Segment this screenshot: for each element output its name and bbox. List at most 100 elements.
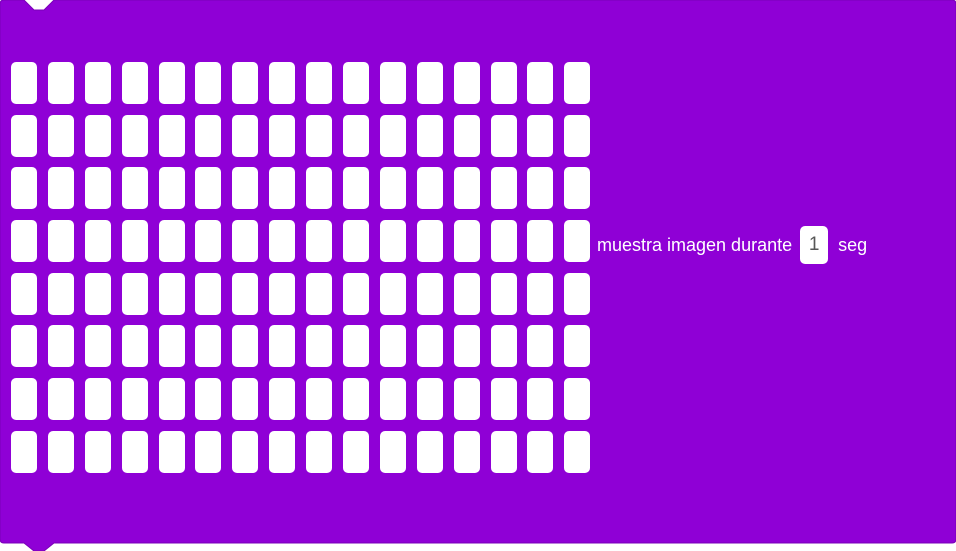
led-cell[interactable] (269, 167, 296, 210)
led-cell[interactable] (158, 114, 185, 157)
led-cell[interactable] (564, 430, 591, 473)
led-cell[interactable] (232, 325, 259, 368)
led-cell[interactable] (195, 325, 222, 368)
led-cell[interactable] (490, 430, 517, 473)
led-cell[interactable] (195, 272, 222, 315)
led-cell[interactable] (195, 430, 222, 473)
led-cell[interactable] (527, 114, 554, 157)
led-cell[interactable] (564, 114, 591, 157)
led-cell[interactable] (11, 220, 37, 263)
led-cell[interactable] (306, 62, 333, 104)
led-cell[interactable] (416, 430, 443, 473)
led-cell[interactable] (269, 430, 296, 473)
led-cell[interactable] (121, 272, 148, 315)
led-cell[interactable] (84, 167, 111, 210)
led-cell[interactable] (232, 167, 259, 210)
led-cell[interactable] (158, 325, 185, 368)
led-cell[interactable] (84, 62, 111, 104)
led-cell[interactable] (343, 114, 370, 157)
led-cell[interactable] (564, 220, 591, 263)
led-cell[interactable] (269, 114, 296, 157)
led-cell[interactable] (306, 378, 333, 421)
led-cell[interactable] (121, 325, 148, 368)
led-cell[interactable] (11, 325, 37, 368)
led-cell[interactable] (84, 114, 111, 157)
led-cell[interactable] (490, 220, 517, 263)
led-cell[interactable] (306, 220, 333, 263)
led-cell[interactable] (121, 62, 148, 104)
led-cell[interactable] (121, 378, 148, 421)
led-cell[interactable] (47, 430, 74, 473)
led-cell[interactable] (564, 272, 591, 315)
led-cell[interactable] (416, 272, 443, 315)
led-cell[interactable] (490, 378, 517, 421)
led-cell[interactable] (47, 62, 74, 104)
led-cell[interactable] (47, 378, 74, 421)
led-cell[interactable] (490, 114, 517, 157)
led-cell[interactable] (84, 220, 111, 263)
led-cell[interactable] (343, 378, 370, 421)
led-cell[interactable] (453, 220, 480, 263)
led-cell[interactable] (490, 325, 517, 368)
led-cell[interactable] (11, 430, 37, 473)
led-cell[interactable] (84, 378, 111, 421)
led-cell[interactable] (121, 114, 148, 157)
led-cell[interactable] (379, 167, 406, 210)
led-cell[interactable] (84, 272, 111, 315)
led-cell[interactable] (47, 325, 74, 368)
led-cell[interactable] (158, 430, 185, 473)
led-cell[interactable] (269, 272, 296, 315)
led-cell[interactable] (158, 220, 185, 263)
led-cell[interactable] (343, 272, 370, 315)
led-cell[interactable] (269, 220, 296, 263)
led-cell[interactable] (84, 325, 111, 368)
led-cell[interactable] (84, 430, 111, 473)
led-cell[interactable] (195, 167, 222, 210)
led-cell[interactable] (269, 378, 296, 421)
led-cell[interactable] (47, 272, 74, 315)
led-cell[interactable] (158, 378, 185, 421)
led-cell[interactable] (416, 62, 443, 104)
led-cell[interactable] (232, 378, 259, 421)
led-cell[interactable] (416, 167, 443, 210)
duration-input[interactable]: 1 (800, 226, 829, 264)
led-cell[interactable] (527, 167, 554, 210)
led-cell[interactable] (11, 272, 37, 315)
led-cell[interactable] (379, 62, 406, 104)
led-cell[interactable] (47, 220, 74, 263)
led-cell[interactable] (47, 114, 74, 157)
led-cell[interactable] (490, 62, 517, 104)
led-cell[interactable] (306, 272, 333, 315)
led-cell[interactable] (379, 220, 406, 263)
led-cell[interactable] (416, 114, 443, 157)
led-cell[interactable] (453, 272, 480, 315)
led-cell[interactable] (527, 325, 554, 368)
led-cell[interactable] (343, 62, 370, 104)
led-cell[interactable] (564, 325, 591, 368)
led-cell[interactable] (343, 430, 370, 473)
led-cell[interactable] (416, 378, 443, 421)
led-cell[interactable] (121, 167, 148, 210)
led-cell[interactable] (232, 62, 259, 104)
led-cell[interactable] (379, 325, 406, 368)
led-cell[interactable] (527, 272, 554, 315)
led-cell[interactable] (158, 167, 185, 210)
led-cell[interactable] (527, 220, 554, 263)
led-cell[interactable] (527, 62, 554, 104)
led-cell[interactable] (232, 430, 259, 473)
led-cell[interactable] (564, 167, 591, 210)
led-cell[interactable] (416, 325, 443, 368)
led-cell[interactable] (11, 378, 37, 421)
led-cell[interactable] (11, 114, 37, 157)
led-cell[interactable] (306, 430, 333, 473)
led-cell[interactable] (11, 62, 37, 104)
led-cell[interactable] (269, 325, 296, 368)
led-cell[interactable] (453, 167, 480, 210)
led-cell[interactable] (121, 220, 148, 263)
led-cell[interactable] (343, 167, 370, 210)
led-cell[interactable] (158, 62, 185, 104)
led-cell[interactable] (379, 114, 406, 157)
led-cell[interactable] (232, 220, 259, 263)
led-cell[interactable] (564, 378, 591, 421)
led-cell[interactable] (490, 167, 517, 210)
